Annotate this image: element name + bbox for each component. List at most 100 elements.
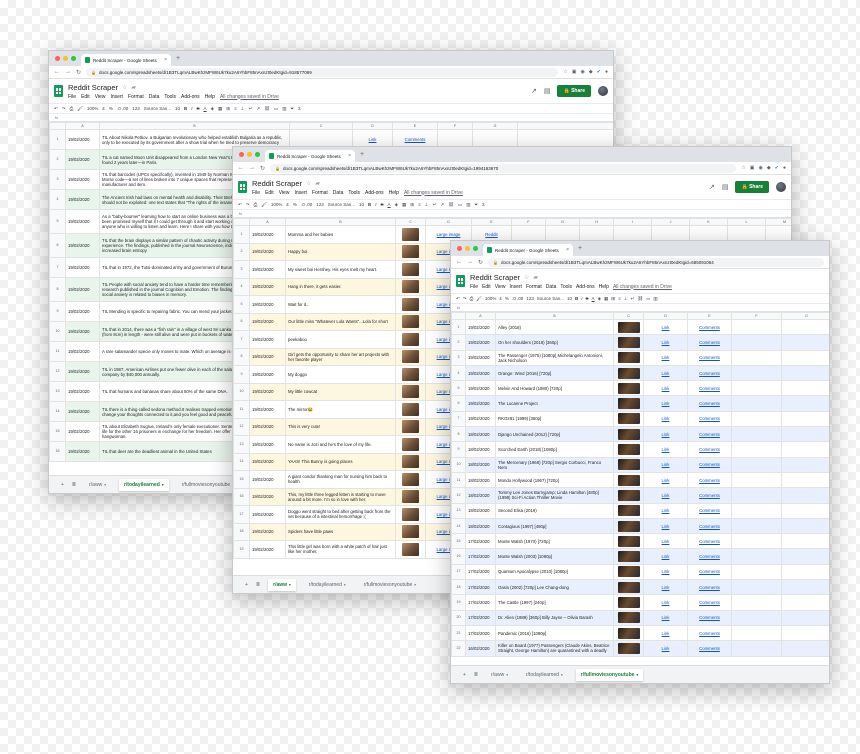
row-number[interactable]: 7: [451, 410, 466, 428]
menu-format[interactable]: Format: [312, 190, 328, 196]
row-number[interactable]: 2: [233, 242, 250, 261]
link-cell[interactable]: Link: [643, 594, 688, 611]
menu-addons[interactable]: Add-ons: [365, 190, 384, 196]
empty-cell[interactable]: [731, 533, 782, 550]
empty-cell[interactable]: [731, 548, 782, 565]
comments-cell[interactable]: Comments: [687, 456, 732, 473]
row-number[interactable]: 16: [451, 548, 466, 565]
column-header[interactable]: J: [651, 218, 690, 226]
print-icon[interactable]: ⎙: [70, 106, 74, 111]
link-cell[interactable]: Link: [643, 380, 688, 397]
column-header[interactable]: F: [437, 122, 473, 130]
decimal-buttons[interactable]: .0 .00: [117, 106, 128, 111]
text-color-icon[interactable]: A: [204, 106, 207, 111]
row-number[interactable]: 14: [451, 517, 466, 535]
star-bookmark-icon[interactable]: ☆: [563, 69, 567, 75]
date-cell[interactable]: 19/02/2020: [249, 330, 286, 349]
date-cell[interactable]: 19/02/2020: [65, 149, 100, 170]
redo-icon[interactable]: ↷: [62, 106, 66, 112]
wrap-icon[interactable]: ↵: [631, 296, 635, 302]
row-number[interactable]: 8: [451, 426, 466, 443]
row-number[interactable]: 6: [451, 395, 466, 412]
menu-file[interactable]: File: [470, 284, 478, 290]
title-cell[interactable]: Quantum Apocalypse (2010) [1080p]: [495, 563, 614, 581]
title-cell[interactable]: Second Elisa (2019): [495, 502, 614, 519]
comments-cell[interactable]: Comments: [687, 563, 732, 581]
thumbnail-cell[interactable]: [395, 225, 426, 244]
column-header[interactable]: A: [465, 312, 496, 320]
avatar[interactable]: [776, 182, 786, 192]
date-cell[interactable]: 19/02/2020: [65, 381, 100, 402]
row-number[interactable]: 11: [451, 471, 466, 489]
link-cell[interactable]: Link: [643, 471, 688, 489]
column-header[interactable]: G: [472, 122, 518, 130]
add-sheet-icon[interactable]: +: [61, 482, 64, 488]
comments-cell[interactable]: Comments: [687, 364, 732, 382]
date-cell[interactable]: 19/02/2020: [65, 129, 100, 150]
sheets-logo-icon[interactable]: [456, 275, 465, 287]
link-cell[interactable]: Link: [643, 410, 688, 428]
link-cell[interactable]: Link: [643, 533, 688, 550]
empty-cell[interactable]: [731, 334, 782, 351]
currency-button[interactable]: £: [499, 296, 502, 301]
link-cell[interactable]: Link: [643, 318, 688, 336]
star-icon[interactable]: ☆: [122, 84, 127, 91]
row-number[interactable]: 1: [233, 225, 250, 244]
thumbnail-cell[interactable]: [395, 417, 426, 436]
thumbnail-cell[interactable]: [395, 382, 426, 401]
date-cell[interactable]: 19/02/2020: [465, 395, 496, 412]
font-size-select[interactable]: 10: [175, 106, 180, 111]
empty-cell[interactable]: [781, 517, 829, 535]
title-cell[interactable]: Monte Walsh (1970) [720p]: [495, 533, 614, 550]
number-format-select[interactable]: 123: [132, 106, 140, 111]
title-cell[interactable]: Our little miss "Whatever Lola Wants"...…: [285, 312, 396, 331]
title-cell[interactable]: This is very cute!: [285, 417, 396, 436]
empty-cell[interactable]: [731, 410, 782, 428]
date-cell[interactable]: 17/02/2020: [465, 594, 496, 611]
column-header[interactable]: K: [689, 218, 728, 226]
extension-icon[interactable]: ▣: [572, 69, 577, 75]
comments-cell[interactable]: Comments: [687, 380, 732, 397]
empty-cell[interactable]: [731, 502, 782, 519]
thumbnail-cell[interactable]: [395, 242, 426, 261]
sheet-tab-aww[interactable]: r/aww ▾: [486, 669, 513, 681]
comments-cell[interactable]: Comments: [687, 426, 732, 443]
column-header[interactable]: C: [289, 122, 353, 130]
empty-cell[interactable]: [731, 349, 782, 366]
comments-cell[interactable]: Comments: [687, 395, 732, 412]
link-cell[interactable]: Link: [643, 426, 688, 443]
date-cell[interactable]: 19/02/2020: [65, 209, 100, 234]
empty-cell[interactable]: [781, 624, 829, 642]
date-cell[interactable]: 19/02/2020: [249, 417, 286, 436]
comments-cell[interactable]: Comments: [687, 594, 732, 611]
comment-icon[interactable]: ▤: [544, 87, 551, 95]
comments-cell[interactable]: Comments: [687, 609, 732, 626]
sheet-tab-aww[interactable]: r/aww ▾: [268, 578, 296, 591]
borders-icon[interactable]: ▦: [402, 202, 406, 208]
link-cell[interactable]: Link: [643, 579, 688, 596]
column-header[interactable]: G: [781, 312, 829, 320]
comments-cell[interactable]: Comments: [687, 502, 732, 519]
thumbnail-cell[interactable]: [613, 471, 644, 489]
empty-cell[interactable]: [731, 609, 782, 626]
column-header[interactable]: B: [285, 218, 396, 226]
address-bar[interactable]: 🔒 docs.google.com/spreadsheets/d/1B3TLqmA…: [270, 163, 737, 173]
thumbnail-cell[interactable]: [613, 318, 644, 336]
comments-cell[interactable]: Comments: [687, 640, 732, 657]
empty-cell[interactable]: [731, 426, 782, 443]
close-tab-icon[interactable]: ×: [164, 57, 167, 63]
date-cell[interactable]: 19/02/2020: [65, 169, 100, 190]
column-header[interactable]: E: [471, 218, 512, 226]
extension-icon[interactable]: ◆: [767, 165, 771, 171]
browser-tab[interactable]: Reddit Scraper - Google Sheets ×: [483, 244, 573, 256]
folder-icon[interactable]: ▰: [533, 274, 538, 281]
date-cell[interactable]: 19/02/2020: [65, 277, 100, 302]
column-header[interactable]: G: [545, 218, 580, 226]
date-cell[interactable]: 19/02/2020: [65, 401, 100, 422]
percent-button[interactable]: %: [293, 202, 297, 207]
comments-cell[interactable]: Comments: [687, 548, 732, 565]
date-cell[interactable]: 18/02/2020: [465, 487, 496, 504]
link-icon[interactable]: ⛓: [264, 106, 270, 112]
menu-view[interactable]: View: [95, 94, 106, 100]
menu-file[interactable]: File: [68, 94, 76, 100]
